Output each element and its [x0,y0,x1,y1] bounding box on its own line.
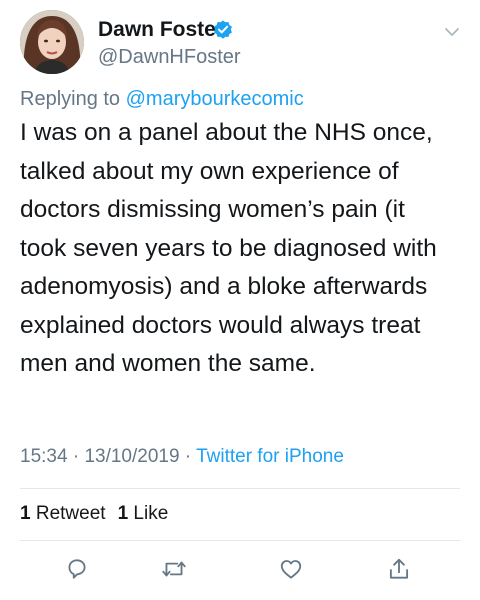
share-icon [389,558,409,579]
like-button[interactable] [277,555,305,583]
tweet-text-line: explained doctors would always treat [20,311,421,339]
retweets-label: Retweet [35,503,106,524]
likes-stat[interactable]: 1 Like [118,503,169,524]
reply-mention-link[interactable]: @marybourkecomic [126,88,304,110]
share-button[interactable] [385,555,413,583]
tweet-text-line: adenomyosis) and a bloke afterwards [20,273,428,300]
tweet-card: Dawn Foster @DawnHFoster Replying to @ma… [0,0,480,600]
reply-icon [68,559,86,579]
engagement-stats: 1 Retweet 1 Like [20,503,168,525]
likes-count: 1 [117,503,129,524]
replying-to-label: Replying to [20,88,126,110]
chevron-down-icon[interactable] [442,22,462,42]
meta-separator: · [67,446,85,467]
reply-button[interactable] [63,555,91,583]
likes-label: Like [133,503,169,524]
tweet-metadata: 15:34 · 13/10/2019 · Twitter for iPhone [20,446,344,468]
tweet-text: I was on a panel about the NHS once, tal… [20,114,470,384]
replying-to: Replying to @marybourkecomic [20,88,304,111]
tweet-text-line: men and women the same. [20,350,316,377]
verified-badge-icon [214,20,232,39]
tweet-date[interactable]: 13/10/2019 [84,446,179,467]
retweet-icon [162,561,186,577]
retweet-button[interactable] [160,555,188,583]
divider [20,540,460,541]
divider [20,488,460,489]
tweet-time[interactable]: 15:34 [20,446,68,467]
retweets-count: 1 [20,503,31,524]
tweet-text-line: talked about my own experience of [20,157,399,185]
like-icon [280,560,302,579]
tweet-text-line: took seven years to be diagnosed with [20,234,437,262]
tweet-text-line: I was on a panel about the NHS once, [20,119,433,146]
retweets-stat[interactable]: 1 Retweet [20,503,106,524]
avatar[interactable] [20,10,84,74]
avatar-image [20,10,84,74]
author-handle[interactable]: @DawnHFoster [98,46,241,69]
tweet-source-link[interactable]: Twitter for iPhone [196,446,344,467]
meta-separator: · [179,446,197,467]
tweet-text-line: doctors dismissing women’s pain (it [20,196,405,223]
author-name[interactable]: Dawn Foster [98,18,224,42]
